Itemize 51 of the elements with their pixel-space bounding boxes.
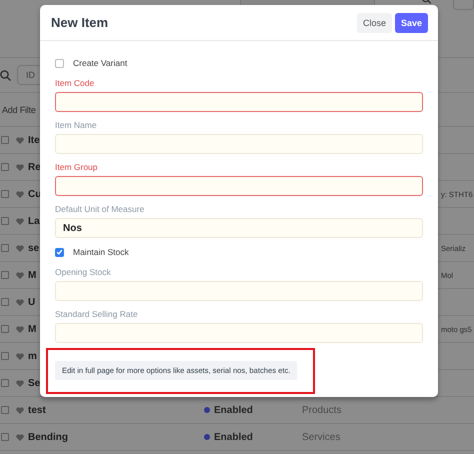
- row-checkbox[interactable]: [1, 271, 9, 279]
- heart-icon[interactable]: [16, 218, 24, 224]
- row-checkbox[interactable]: [1, 325, 9, 333]
- row-checkbox[interactable]: [1, 433, 9, 441]
- checkbox-label: Create Variant: [73, 58, 128, 68]
- input-field[interactable]: [55, 92, 423, 112]
- heart-icon[interactable]: [16, 272, 24, 278]
- status-text: Enabled: [214, 404, 253, 416]
- field-label: Standard Selling Rate: [55, 308, 139, 321]
- status-dot: [204, 434, 210, 440]
- item-group-text: Services: [302, 432, 340, 442]
- item-group-text: Products: [302, 404, 342, 416]
- input-field[interactable]: [55, 176, 423, 196]
- row-checkbox[interactable]: [1, 136, 9, 144]
- row-checkbox[interactable]: [1, 163, 9, 171]
- row-checkbox[interactable]: [1, 379, 9, 387]
- row-checkbox[interactable]: [1, 298, 9, 306]
- heart-icon[interactable]: [16, 380, 24, 386]
- checkbox[interactable]: [55, 58, 64, 68]
- row-checkbox[interactable]: [1, 244, 9, 252]
- field-label: Item Code: [55, 77, 96, 90]
- item-name[interactable]: test: [28, 404, 198, 416]
- heart-icon[interactable]: [16, 164, 24, 170]
- heart-icon[interactable]: [16, 190, 24, 198]
- field-label: Item Name: [55, 119, 98, 132]
- search-icon[interactable]: [422, 0, 432, 6]
- heart-icon[interactable]: [16, 136, 24, 144]
- heart-icon[interactable]: [16, 352, 24, 360]
- heart-icon[interactable]: [16, 244, 24, 252]
- close-button[interactable]: Close: [356, 12, 392, 32]
- search-icon: [0, 70, 11, 80]
- field-label: Default Unit of Measure: [55, 203, 146, 216]
- row-checkbox[interactable]: [1, 190, 9, 198]
- row-checkbox[interactable]: [1, 352, 9, 360]
- heart-icon[interactable]: [16, 434, 24, 440]
- status-text: Enabled: [214, 432, 253, 442]
- checkbox-label: Maintain Stock: [73, 247, 129, 257]
- field-label: Opening Stock: [55, 266, 112, 279]
- status-dot: [204, 407, 210, 413]
- heart-icon[interactable]: [16, 326, 24, 332]
- save-button[interactable]: Save: [394, 12, 428, 32]
- item-name[interactable]: Bending: [28, 432, 198, 442]
- input-field[interactable]: Nos: [55, 218, 423, 238]
- row-checkbox[interactable]: [1, 406, 9, 414]
- heart-icon[interactable]: [16, 298, 24, 306]
- field-label: Item Group: [55, 161, 99, 174]
- row-checkbox[interactable]: [1, 217, 9, 225]
- heart-icon[interactable]: [16, 406, 24, 414]
- add-filter-link[interactable]: Add Filte: [2, 104, 36, 114]
- dialog-title: New Item: [51, 15, 108, 30]
- checkbox[interactable]: [55, 248, 64, 256]
